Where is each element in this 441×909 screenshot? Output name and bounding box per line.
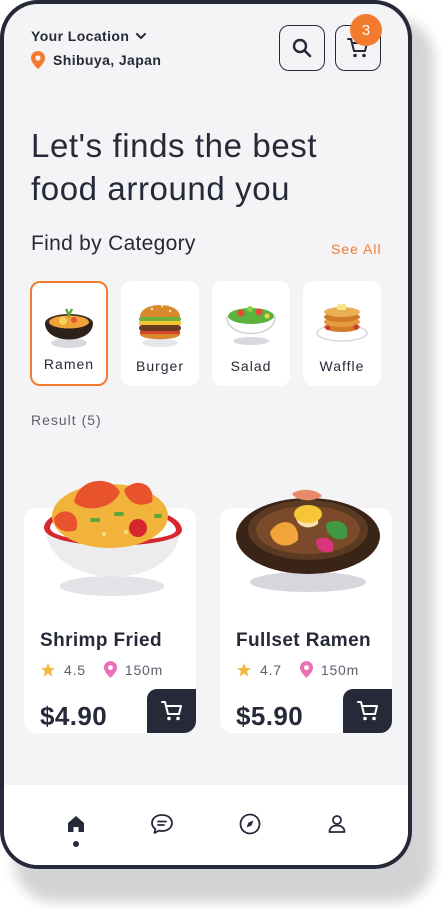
- home-icon: [68, 816, 84, 832]
- app-screen: Your Location Shibuya, Japan 3 Let's fin…: [4, 4, 408, 865]
- product-price: $5.90: [236, 701, 304, 731]
- phone-frame: Your Location Shibuya, Japan 3 Let's fin…: [0, 0, 412, 869]
- search-button[interactable]: [279, 25, 325, 71]
- location-title: Your Location: [31, 28, 130, 44]
- cart-icon: [356, 701, 378, 721]
- ramen-bowl-image: [45, 308, 93, 348]
- add-to-cart-button[interactable]: [147, 689, 196, 733]
- category-label: Ramen: [43, 356, 95, 372]
- nav-profile[interactable]: [322, 809, 352, 839]
- product-price: $4.90: [40, 701, 108, 731]
- waffle-image: [316, 304, 368, 342]
- category-label: Waffle: [319, 358, 365, 374]
- page-headline: Let's finds the best food arround you: [31, 127, 318, 207]
- category-section-title: Find by Category: [31, 232, 196, 255]
- location-selector[interactable]: Your Location: [31, 28, 147, 44]
- nav-chat[interactable]: [147, 809, 177, 839]
- cart-count-badge: 3: [350, 14, 382, 46]
- product-distance: 150m: [320, 661, 360, 678]
- cart-icon: [160, 701, 182, 721]
- add-to-cart-button[interactable]: [343, 689, 392, 733]
- location-value: Shibuya, Japan: [53, 52, 162, 68]
- product-rating: 4.5: [64, 661, 86, 678]
- product-rating: 4.7: [260, 661, 282, 678]
- location-pin-icon: [103, 661, 117, 678]
- nav-active-indicator: [73, 841, 79, 847]
- compass-icon: [239, 813, 261, 835]
- product-meta: 4.7 150m: [236, 661, 359, 678]
- category-ramen[interactable]: Ramen: [30, 281, 108, 386]
- result-count: Result (5): [31, 412, 102, 428]
- location-pin-icon: [31, 51, 45, 69]
- fullset-ramen-image: [236, 489, 380, 592]
- category-label: Burger: [135, 358, 185, 374]
- chevron-down-icon: [136, 33, 147, 39]
- current-location: Shibuya, Japan: [31, 51, 161, 69]
- location-pin-icon: [299, 661, 313, 678]
- category-salad[interactable]: Salad: [212, 281, 290, 386]
- nav-home[interactable]: [61, 809, 91, 839]
- product-name: Fullset Ramen: [236, 630, 372, 651]
- nav-explore[interactable]: [235, 809, 265, 839]
- product-name: Shrimp Fried: [40, 630, 162, 651]
- category-list: Ramen Burger Salad Waffle: [30, 281, 381, 386]
- star-icon: [41, 662, 55, 677]
- category-burger[interactable]: Burger: [121, 281, 199, 386]
- profile-icon: [328, 815, 346, 833]
- category-label: Salad: [230, 358, 272, 374]
- chat-icon: [151, 814, 173, 834]
- salad-bowl-image: [226, 306, 276, 345]
- star-icon: [237, 662, 251, 677]
- product-card[interactable]: Shrimp Fried 4.5 150m $4.90: [24, 480, 196, 733]
- search-icon: [292, 38, 312, 58]
- product-distance: 150m: [124, 661, 164, 678]
- see-all-link[interactable]: See All: [331, 241, 382, 257]
- product-card[interactable]: Fullset Ramen 4.7 150m $5.90: [220, 489, 392, 733]
- bottom-navigation: [4, 785, 408, 865]
- shrimp-fried-rice-image: [44, 480, 182, 596]
- product-meta: 4.5 150m: [40, 661, 163, 678]
- burger-image: [139, 304, 181, 347]
- category-waffle[interactable]: Waffle: [303, 281, 381, 386]
